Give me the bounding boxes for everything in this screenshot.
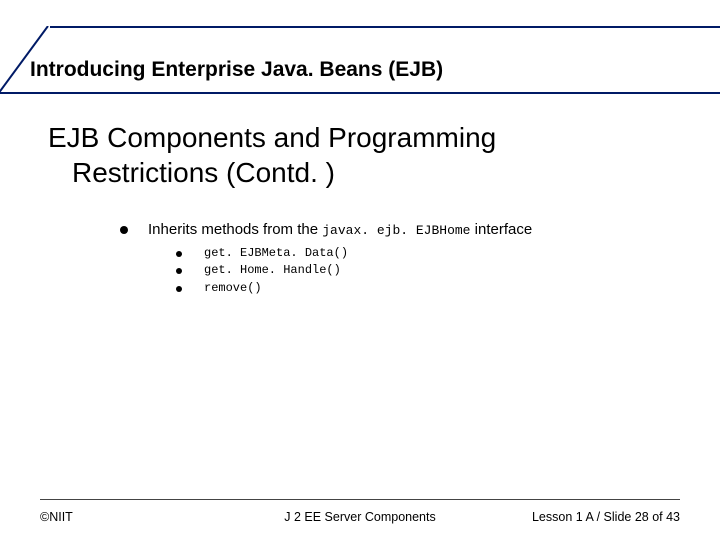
content-heading: EJB Components and Programming Restricti… [48, 120, 680, 190]
bullet-prefix: Inherits methods from the [148, 221, 322, 238]
sub-bullet-dot-icon [176, 251, 182, 257]
sub-bullet: get. EJBMeta. Data() [176, 246, 532, 262]
bullet-code: javax. ejb. EJBHome [322, 223, 470, 238]
slide-title: Introducing Enterprise Java. Beans (EJB) [30, 58, 443, 82]
bullet-text: Inherits methods from the javax. ejb. EJ… [148, 220, 532, 299]
content-heading-line1: EJB Components and Programming [48, 122, 496, 153]
content-heading-line2: Restrictions (Contd. ) [48, 155, 680, 190]
footer-divider [40, 499, 680, 500]
sub-bullet-dot-icon [176, 286, 182, 292]
slide: Introducing Enterprise Java. Beans (EJB)… [0, 0, 720, 540]
footer-right: Lesson 1 A / Slide 28 of 43 [532, 510, 680, 524]
sub-bullet-code: remove() [204, 281, 262, 297]
sub-bullet-code: get. Home. Handle() [204, 263, 341, 279]
title-underline-top [50, 26, 720, 28]
bullet-level1: Inherits methods from the javax. ejb. EJ… [120, 220, 680, 299]
footer-left: ©NIIT [40, 510, 73, 524]
bullet-suffix: interface [470, 221, 532, 238]
sub-bullet-dot-icon [176, 268, 182, 274]
title-underline-bottom [0, 92, 720, 94]
bullet-dot-icon [120, 226, 128, 234]
footer: ©NIIT J 2 EE Server Components Lesson 1 … [40, 510, 680, 524]
sub-bullet-list: get. EJBMeta. Data() get. Home. Handle()… [176, 246, 532, 297]
bullet-list: Inherits methods from the javax. ejb. EJ… [120, 220, 680, 303]
title-band: Introducing Enterprise Java. Beans (EJB) [0, 26, 720, 94]
sub-bullet-code: get. EJBMeta. Data() [204, 246, 348, 262]
sub-bullet: get. Home. Handle() [176, 263, 532, 279]
sub-bullet: remove() [176, 281, 532, 297]
